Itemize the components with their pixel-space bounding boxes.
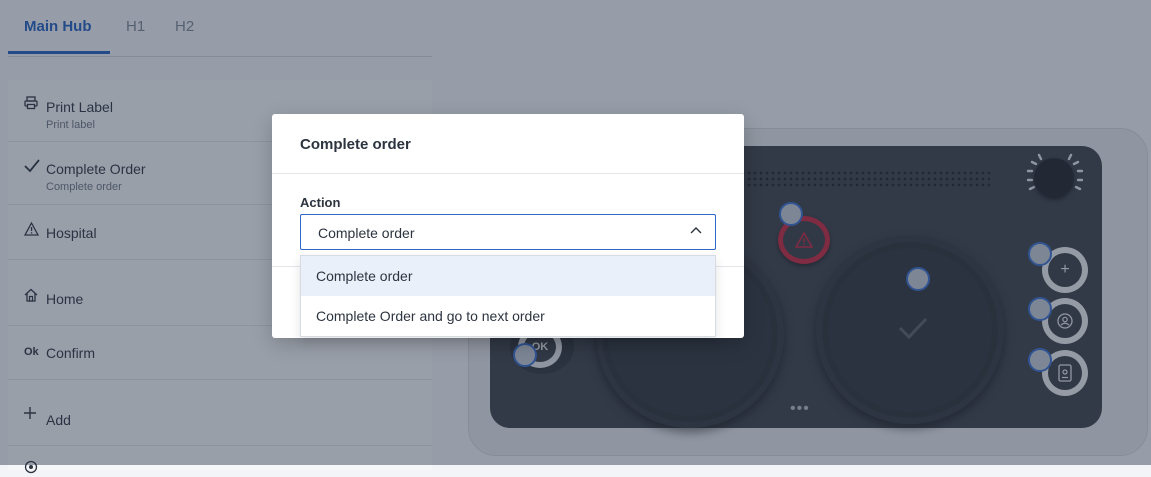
dropdown-option-label: Complete order [316,268,413,284]
dropdown-option[interactable]: Complete order [301,256,715,296]
dropdown-option[interactable]: Complete Order and go to next order [301,296,715,336]
dialog-title: Complete order [300,136,411,153]
dropdown-option-label: Complete Order and go to next order [316,308,545,324]
dialog-divider [272,173,744,174]
chevron-up-icon [690,227,702,234]
action-field-label: Action [300,195,341,210]
action-select[interactable]: Complete order [300,214,716,250]
action-select-value: Complete order [318,225,415,241]
action-dropdown-menu: Complete order Complete Order and go to … [300,255,716,337]
